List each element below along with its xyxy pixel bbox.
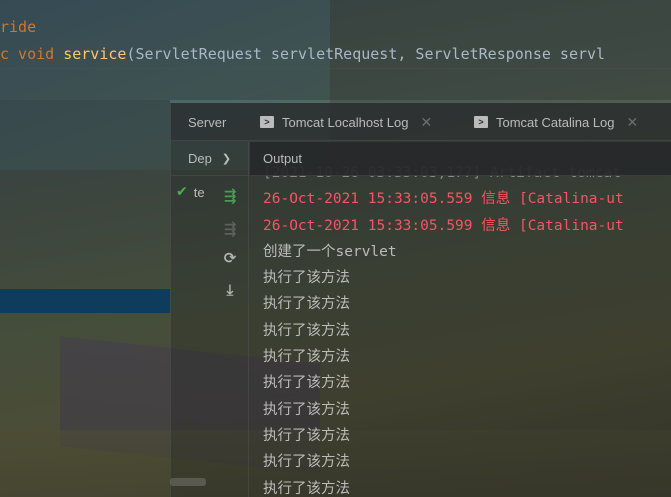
deployment-item[interactable]: ✔ te xyxy=(176,184,205,200)
log-line: 执行了该方法 xyxy=(263,375,350,392)
log-line: 执行了该方法 xyxy=(263,296,350,313)
log-line: 26-Oct-2021 15:33:05.559 信息 [Catalina-ut xyxy=(263,191,624,208)
tab-bar: Server > Tomcat Localhost Log ✕ > Tomcat… xyxy=(171,103,671,141)
output-header: Output xyxy=(250,142,671,176)
code-editor[interactable]: ride c void service(ServletRequest servl… xyxy=(0,0,671,100)
log-line: 执行了该方法 xyxy=(263,427,350,444)
selected-tree-row[interactable] xyxy=(0,289,170,313)
log-line: 执行了该方法 xyxy=(263,401,350,418)
undeploy-icon[interactable]: ⇶ xyxy=(221,220,239,238)
tab-tomcat-localhost-log[interactable]: > Tomcat Localhost Log ✕ xyxy=(260,103,432,141)
log-line: 执行了该方法 xyxy=(263,322,350,339)
console-icon: > xyxy=(260,116,274,128)
log-line: 执行了该方法 xyxy=(263,454,350,471)
services-tool-window: Server > Tomcat Localhost Log ✕ > Tomcat… xyxy=(170,103,671,497)
action-toolbar: ⇶ ⇶ ⟳ ⤓ xyxy=(218,142,248,497)
log-line: 执行了该方法 xyxy=(263,480,350,497)
method-params: (ServletRequest servletRequest, ServletR… xyxy=(126,45,606,63)
check-icon: ✔ xyxy=(176,184,188,200)
tab-label: Tomcat Localhost Log xyxy=(282,114,409,130)
output-header-label: Output xyxy=(263,151,303,166)
code-line: ride xyxy=(0,18,36,36)
close-icon[interactable]: ✕ xyxy=(627,114,639,131)
scrollbar[interactable] xyxy=(170,478,206,486)
tab-label: Tomcat Catalina Log xyxy=(496,114,615,130)
code-line: c void service(ServletRequest servletReq… xyxy=(0,45,605,63)
method-name: service xyxy=(63,45,127,63)
annotation-text: ride xyxy=(0,18,37,36)
tab-server[interactable]: Server xyxy=(188,103,226,141)
log-line: 执行了该方法 xyxy=(263,349,350,366)
deployment-item-label: te xyxy=(193,184,205,200)
refresh-icon[interactable]: ⟳ xyxy=(221,249,239,267)
log-line: 创建了一个servlet xyxy=(263,243,397,260)
deploy-icon[interactable]: ⇶ xyxy=(221,187,239,205)
log-line: 26-Oct-2021 15:33:05.599 信息 [Catalina-ut xyxy=(263,217,624,234)
project-panel[interactable] xyxy=(0,100,170,497)
output-panel[interactable]: [2021-10-26 03:33:03,177] Artifact tomca… xyxy=(250,142,671,497)
divider xyxy=(0,68,671,69)
keyword-text: c void xyxy=(0,45,64,63)
tab-label: Server xyxy=(188,114,227,130)
deployment-header-label: Dep xyxy=(188,151,212,166)
console-icon: > xyxy=(474,116,488,128)
log-output[interactable]: [2021-10-26 03:33:03,177] Artifact tomca… xyxy=(263,160,671,497)
close-icon[interactable]: ✕ xyxy=(420,114,432,131)
log-line: 执行了该方法 xyxy=(263,270,350,287)
dump-threads-icon[interactable]: ⤓ xyxy=(221,281,239,299)
tab-tomcat-catalina-log[interactable]: > Tomcat Catalina Log ✕ xyxy=(474,103,638,141)
